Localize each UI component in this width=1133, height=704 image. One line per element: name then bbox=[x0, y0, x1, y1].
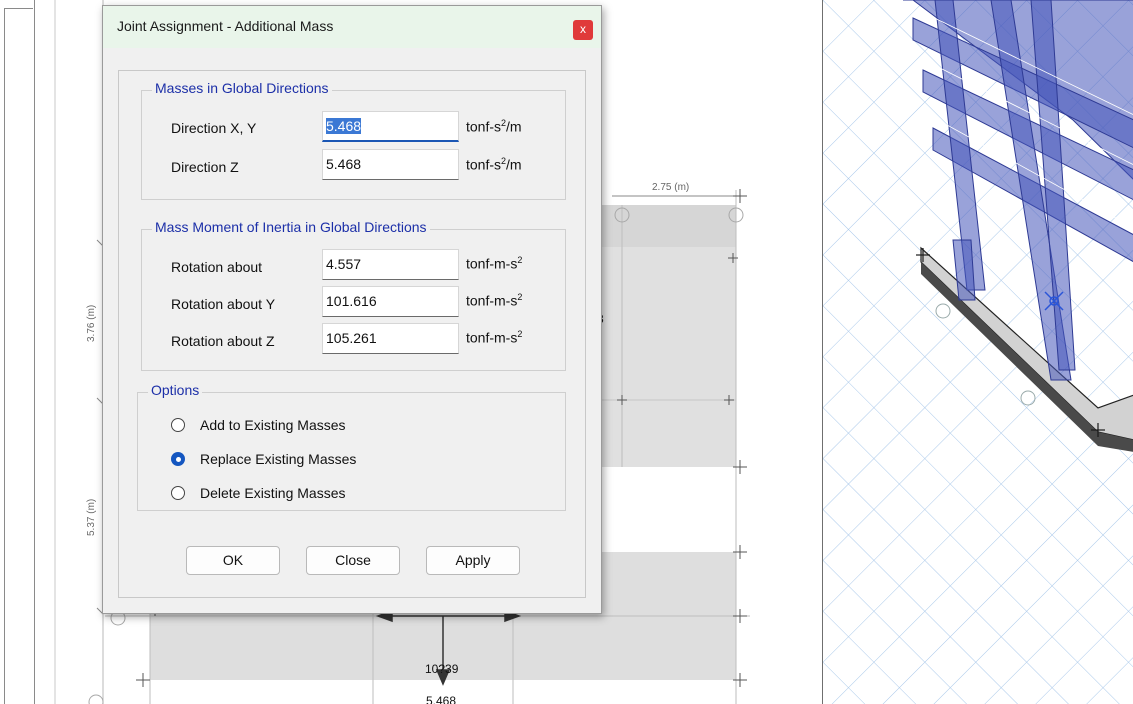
rotation-x-input[interactable]: 4.557 bbox=[322, 249, 459, 280]
apply-button[interactable]: Apply bbox=[426, 546, 520, 575]
replace-existing-label[interactable]: Replace Existing Masses bbox=[200, 451, 356, 467]
rotation-x-value: 4.557 bbox=[326, 256, 362, 272]
inertia-group-title: Mass Moment of Inertia in Global Directi… bbox=[152, 219, 430, 235]
dialog-body: Masses in Global Directions Direction X,… bbox=[118, 70, 586, 598]
rotation-z-label: Rotation about Z bbox=[171, 333, 275, 349]
close-button[interactable]: Close bbox=[306, 546, 400, 575]
rotation-y-input[interactable]: 101.616 bbox=[322, 286, 459, 317]
dimension-left-1: 3.76 (m) bbox=[86, 304, 97, 342]
options-group-title: Options bbox=[148, 382, 203, 398]
masses-group-title: Masses in Global Directions bbox=[152, 80, 332, 96]
ok-button[interactable]: OK bbox=[186, 546, 280, 575]
rotation-z-input[interactable]: 105.261 bbox=[322, 323, 459, 354]
inertia-group: Mass Moment of Inertia in Global Directi… bbox=[141, 219, 566, 371]
dimension-left-2: 5.37 (m) bbox=[86, 498, 97, 536]
direction-z-label: Direction Z bbox=[171, 159, 239, 175]
add-existing-radio[interactable] bbox=[171, 418, 185, 432]
rotation-x-label: Rotation about bbox=[171, 259, 263, 275]
replace-existing-radio[interactable] bbox=[171, 452, 185, 466]
rotation-z-unit: tonf-m-s2 bbox=[466, 329, 523, 346]
additional-mass-dialog: Joint Assignment - Additional Mass x Mas… bbox=[102, 5, 602, 614]
delete-existing-radio[interactable] bbox=[171, 486, 185, 500]
plan-label-mass: 5.468 bbox=[426, 694, 457, 704]
masses-group: Masses in Global Directions Direction X,… bbox=[141, 80, 566, 200]
direction-xy-unit: tonf-s2/m bbox=[466, 118, 522, 135]
dimension-top: 2.75 (m) bbox=[652, 182, 690, 193]
rotation-z-value: 105.261 bbox=[326, 330, 377, 346]
direction-xy-label: Direction X, Y bbox=[171, 120, 257, 136]
plan-label-joint: 10?39 bbox=[425, 662, 459, 676]
3d-view[interactable] bbox=[822, 0, 1133, 704]
add-existing-label[interactable]: Add to Existing Masses bbox=[200, 417, 346, 433]
direction-z-input[interactable]: 5.468 bbox=[322, 149, 459, 180]
direction-z-value: 5.468 bbox=[326, 156, 362, 172]
3d-drawing bbox=[823, 0, 1133, 704]
plan-side-panel-frame bbox=[4, 8, 33, 704]
plan-side-panel bbox=[0, 0, 35, 704]
close-icon[interactable]: x bbox=[573, 20, 593, 40]
direction-z-unit: tonf-s2/m bbox=[466, 156, 522, 173]
dialog-title: Joint Assignment - Additional Mass bbox=[117, 18, 334, 34]
options-group: Options Add to Existing Masses Replace E… bbox=[137, 382, 566, 511]
rotation-y-value: 101.616 bbox=[326, 293, 377, 309]
direction-xy-input[interactable]: 5.468 bbox=[322, 111, 459, 142]
rotation-x-unit: tonf-m-s2 bbox=[466, 255, 523, 272]
delete-existing-label[interactable]: Delete Existing Masses bbox=[200, 485, 346, 501]
direction-xy-value: 5.468 bbox=[326, 118, 362, 134]
rotation-y-unit: tonf-m-s2 bbox=[466, 292, 523, 309]
rotation-y-label: Rotation about Y bbox=[171, 296, 276, 312]
dialog-titlebar[interactable]: Joint Assignment - Additional Mass x bbox=[103, 6, 601, 48]
